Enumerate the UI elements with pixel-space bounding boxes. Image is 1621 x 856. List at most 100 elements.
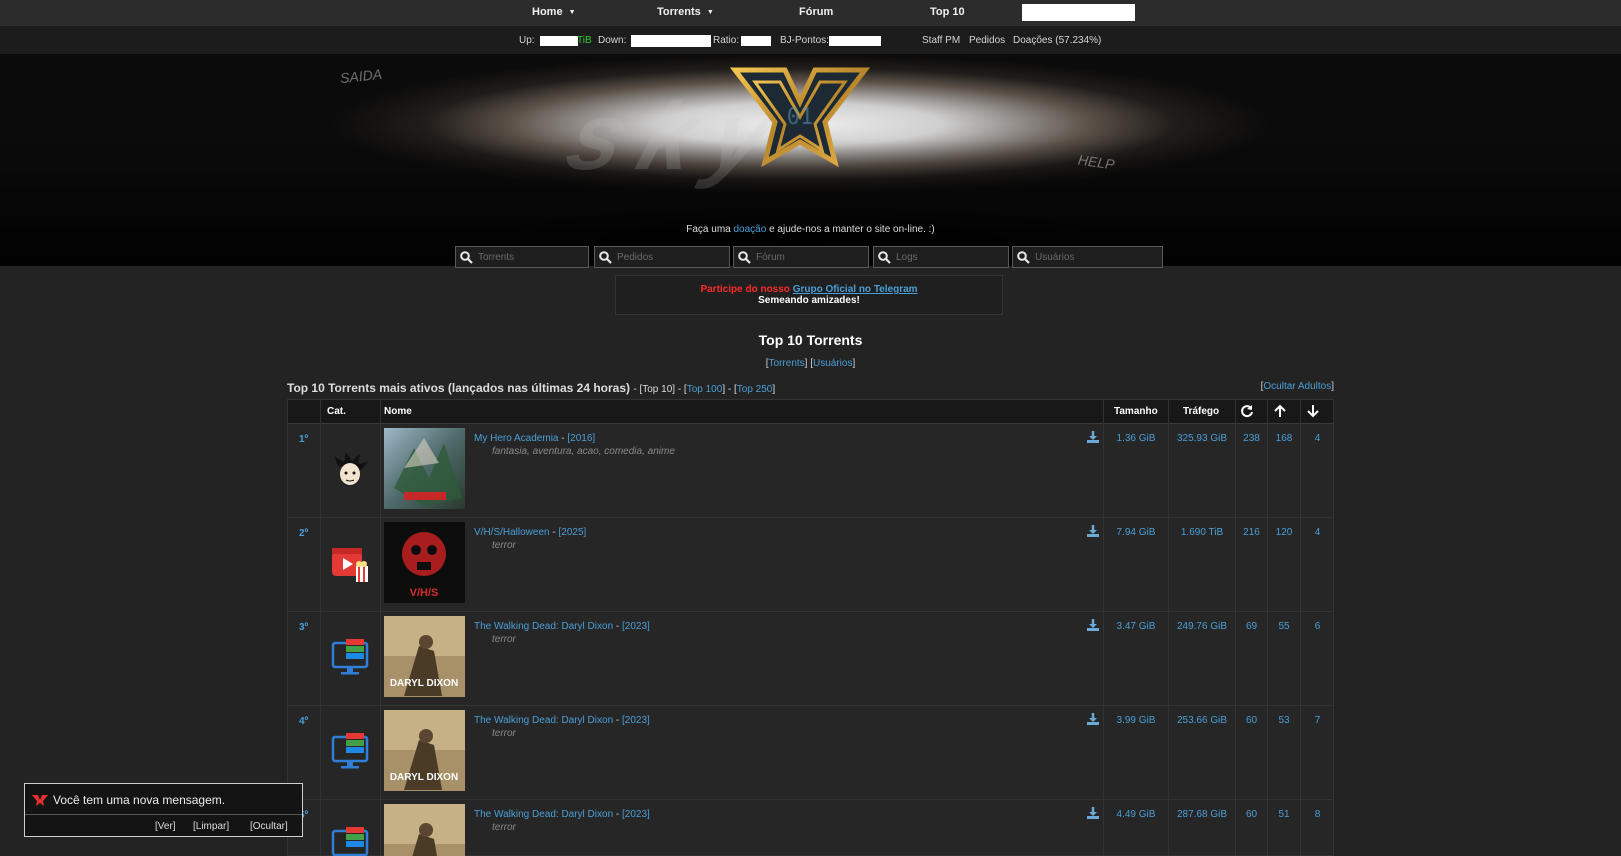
download-icon[interactable] <box>1086 618 1100 632</box>
download-icon[interactable] <box>1086 524 1100 538</box>
header-category[interactable]: Cat. <box>327 406 346 417</box>
notice-line-2: Semeando amizades! <box>758 295 860 306</box>
poster-image[interactable]: DARYL DIXON <box>384 804 465 856</box>
top10-subnav: [Torrents] [Usuários] <box>765 358 856 369</box>
arrow-down-icon[interactable] <box>1306 404 1320 418</box>
staff-pm-link[interactable]: Staff PM <box>922 35 960 46</box>
svg-text:DARYL DIXON: DARYL DIXON <box>390 678 458 689</box>
nav-home-label: Home <box>532 6 563 18</box>
popup-message: Você tem uma nova mensagem. <box>53 793 226 807</box>
rank-number: 4º <box>299 716 309 727</box>
poster-image[interactable]: DARYL DIXON <box>384 710 465 791</box>
top250-link[interactable]: Top 250 <box>737 384 773 395</box>
torrent-title-link[interactable]: The Walking Dead: Daryl Dixon - [2023] <box>474 715 650 726</box>
table-row: 3º DARYL DIXON The Walking Dead: Daryl Dix… <box>288 612 1333 706</box>
seeders-cell: 53 <box>1278 715 1290 726</box>
top-navigation: Home ▼ Torrents ▼ Fórum Top 10 <box>0 0 1621 27</box>
redacted-ratio <box>741 36 771 46</box>
torrent-title: The Walking Dead: Daryl Dixon <box>474 715 614 726</box>
torrent-tags[interactable]: terror <box>492 540 516 551</box>
redacted-username <box>1022 4 1135 21</box>
site-logo-icon <box>32 795 48 806</box>
header-size[interactable]: Tamanho <box>1114 406 1158 417</box>
size-cell: 4.49 GiB <box>1116 809 1156 820</box>
rank-number: 3º <box>299 622 309 633</box>
download-icon[interactable] <box>1086 430 1100 444</box>
search-users <box>1012 246 1163 268</box>
movie-category-icon[interactable] <box>330 544 370 584</box>
series-category-icon[interactable] <box>330 732 370 772</box>
completed-cell: 60 <box>1245 809 1258 820</box>
requests-link[interactable]: Pedidos <box>969 35 1005 46</box>
top100-link[interactable]: Top 100 <box>687 384 723 395</box>
hide-adults: [Ocultar Adultos] <box>1260 381 1334 392</box>
download-icon[interactable] <box>1086 712 1100 726</box>
points-label: BJ-Pontos: <box>780 35 829 46</box>
search-requests <box>594 246 730 268</box>
popup-clear-button[interactable]: [Limpar] <box>193 821 229 832</box>
subnav-torrents-link[interactable]: Torrents <box>769 358 805 369</box>
popup-hide-button[interactable]: [Ocultar] <box>250 821 288 832</box>
torrent-tags[interactable]: terror <box>492 822 516 833</box>
poster-image[interactable] <box>384 428 465 509</box>
torrent-title-link[interactable]: The Walking Dead: Daryl Dixon - [2023] <box>474 621 650 632</box>
donations-link[interactable]: Doações (57.234%) <box>1013 35 1101 46</box>
torrent-tags[interactable]: fantasia, aventura, acao, comedia, anime <box>492 446 675 457</box>
header-name[interactable]: Nome <box>384 406 412 417</box>
torrent-title-link[interactable]: The Walking Dead: Daryl Dixon - [2023] <box>474 809 650 820</box>
nav-torrents[interactable]: Torrents ▼ <box>657 6 714 18</box>
top10-current: Top 10 <box>642 384 673 395</box>
torrent-title-link[interactable]: My Hero Academia - [2016] <box>474 433 595 444</box>
torrent-tags[interactable]: terror <box>492 728 516 739</box>
svg-text:01: 01 <box>787 105 814 130</box>
subnav-users-link[interactable]: Usuários <box>813 358 852 369</box>
leechers-cell: 8 <box>1314 809 1321 820</box>
popup-view-button[interactable]: [Ver] <box>155 821 176 832</box>
site-banner: sky SAIDA HELP 01 Faça uma doação e ajud… <box>0 54 1621 266</box>
page-title: Top 10 Torrents <box>758 332 863 348</box>
header-traffic[interactable]: Tráfego <box>1183 406 1219 417</box>
donate-link[interactable]: doação <box>734 224 767 235</box>
telegram-link[interactable]: Grupo Oficial no Telegram <box>793 284 918 295</box>
traffic-cell: 287.68 GiB <box>1176 809 1228 820</box>
table-row: 2º V/H/S V/H/S/Halloween - [2025] terror 7.9… <box>288 518 1333 612</box>
search-users-input[interactable] <box>1035 249 1141 265</box>
completed-cell: 69 <box>1245 621 1258 632</box>
poster-image[interactable]: V/H/S <box>384 522 465 603</box>
torrent-title-link[interactable]: V/H/S/Halloween - [2025] <box>474 527 586 538</box>
download-icon[interactable] <box>1086 806 1100 820</box>
search-requests-input[interactable] <box>617 249 723 265</box>
search-logs-input[interactable] <box>896 249 1002 265</box>
table-row: 1º My Hero Academia - [2016] fantasia, ave… <box>288 424 1333 518</box>
svg-text:V/H/S: V/H/S <box>410 587 439 599</box>
search-icon <box>738 251 751 264</box>
ratio-label: Ratio: <box>713 35 740 46</box>
nav-home[interactable]: Home ▼ <box>532 6 576 18</box>
rank-number: 2º <box>299 528 309 539</box>
popup-header: Você tem uma nova mensagem. <box>25 784 302 815</box>
hide-adults-link[interactable]: Ocultar Adultos <box>1263 381 1331 392</box>
torrent-tags[interactable]: terror <box>492 634 516 645</box>
site-logo[interactable]: 01 <box>725 62 875 174</box>
down-label: Down: <box>598 35 627 46</box>
torrent-title: The Walking Dead: Daryl Dixon <box>474 809 614 820</box>
telegram-notice: Participe do nosso Grupo Oficial no Tele… <box>615 275 1003 315</box>
up-label: Up: <box>519 35 535 46</box>
series-category-icon[interactable] <box>330 638 370 678</box>
completed-cell: 60 <box>1245 715 1258 726</box>
search-forum <box>733 246 869 268</box>
nav-torrents-label: Torrents <box>657 6 701 18</box>
nav-forum[interactable]: Fórum <box>799 6 833 18</box>
search-torrents-input[interactable] <box>478 249 584 265</box>
completed-cell: 238 <box>1243 433 1260 444</box>
poster-image[interactable]: DARYL DIXON <box>384 616 465 697</box>
nav-top10[interactable]: Top 10 <box>930 6 965 18</box>
series-category-icon[interactable] <box>330 826 370 856</box>
search-forum-input[interactable] <box>756 249 862 265</box>
arrow-up-icon[interactable] <box>1273 404 1287 418</box>
anime-category-icon[interactable] <box>330 450 370 490</box>
new-message-popup: Você tem uma nova mensagem. [Ver] [Limpa… <box>24 783 303 837</box>
seeders-cell: 55 <box>1278 621 1290 632</box>
refresh-icon[interactable] <box>1240 404 1254 418</box>
section-title: Top 10 Torrents mais ativos (lançados na… <box>287 381 630 395</box>
